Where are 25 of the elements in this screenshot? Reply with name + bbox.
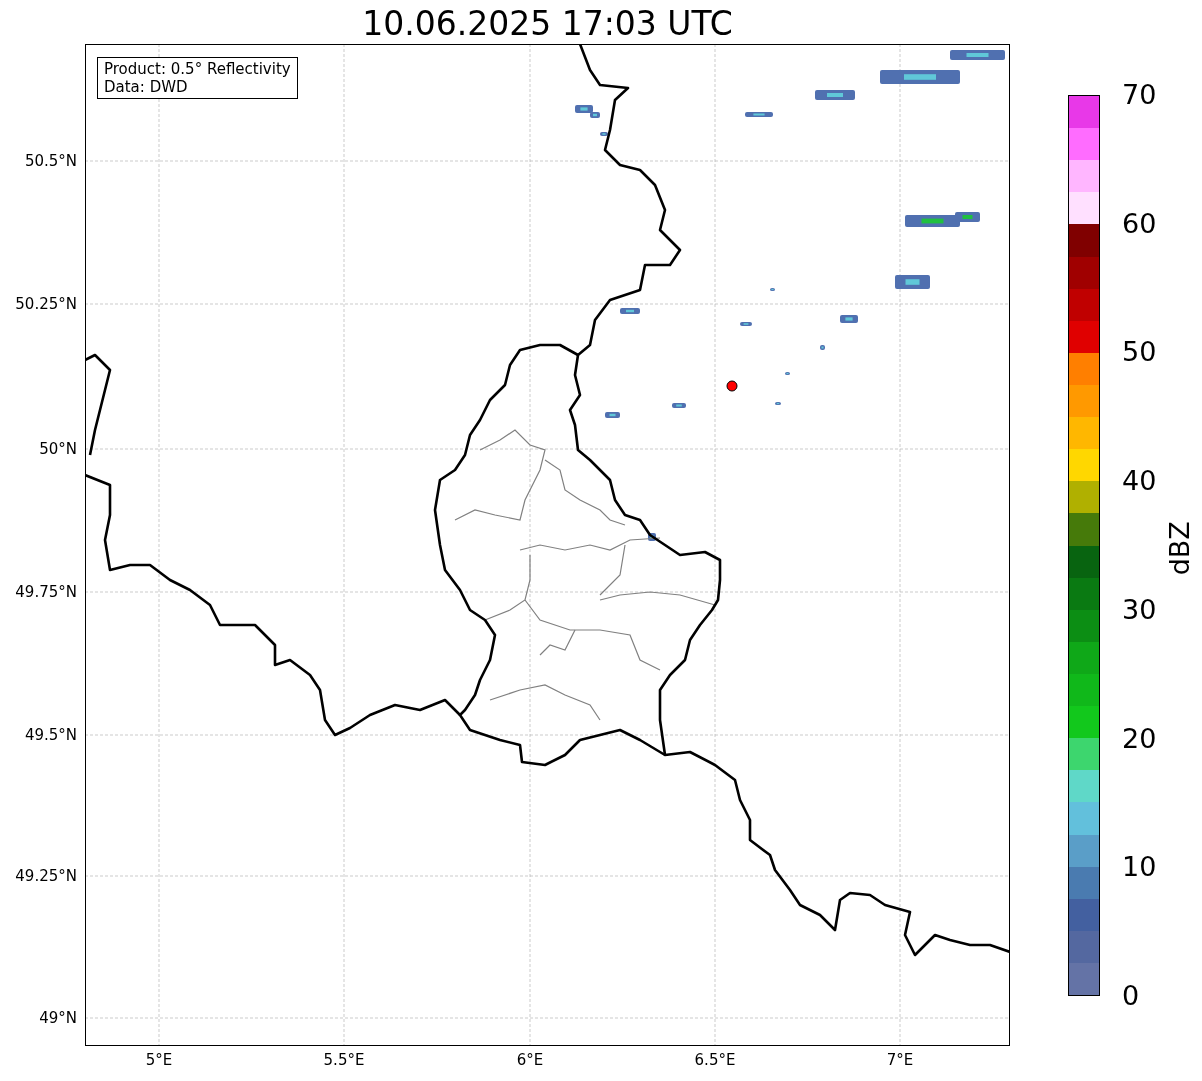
radar-site-marker [726,380,738,392]
colorbar-tick-label: 10 [1122,852,1157,883]
colorbar-label: dBZ [1162,519,1196,578]
latitude-label: 50°N [39,440,77,458]
longitude-label: 6.5°E [693,1051,737,1069]
chart-title: 10.06.2025 17:03 UTC [361,4,734,44]
latitude-label: 49.5°N [24,726,77,744]
colorbar-tick-label: 0 [1122,981,1140,1011]
colorbar-tick-label: 30 [1122,594,1157,625]
colorbar-tick-label: 50 [1122,337,1157,368]
longitude-label: 7°E [885,1051,915,1069]
colorbar-tick-label: 60 [1122,208,1157,239]
latitude-label: 50.5°N [24,152,77,170]
latitude-label: 49.25°N [15,867,77,885]
longitude-label: 5°E [144,1051,174,1069]
latitude-label: 49°N [39,1009,77,1027]
colorbar-tick-label: 40 [1122,466,1157,497]
info-text: Data: DWD [104,78,189,96]
longitude-label: 6°E [515,1051,545,1069]
colorbar-tick-label: 20 [1122,723,1157,754]
longitude-label: 5.5°E [322,1051,366,1069]
latitude-label: 49.75°N [15,583,77,601]
latitude-label: 50.25°N [15,295,77,313]
colorbar-tick-label: 70 [1122,80,1157,110]
info-text: Product: 0.5° Reflectivity [104,60,291,78]
